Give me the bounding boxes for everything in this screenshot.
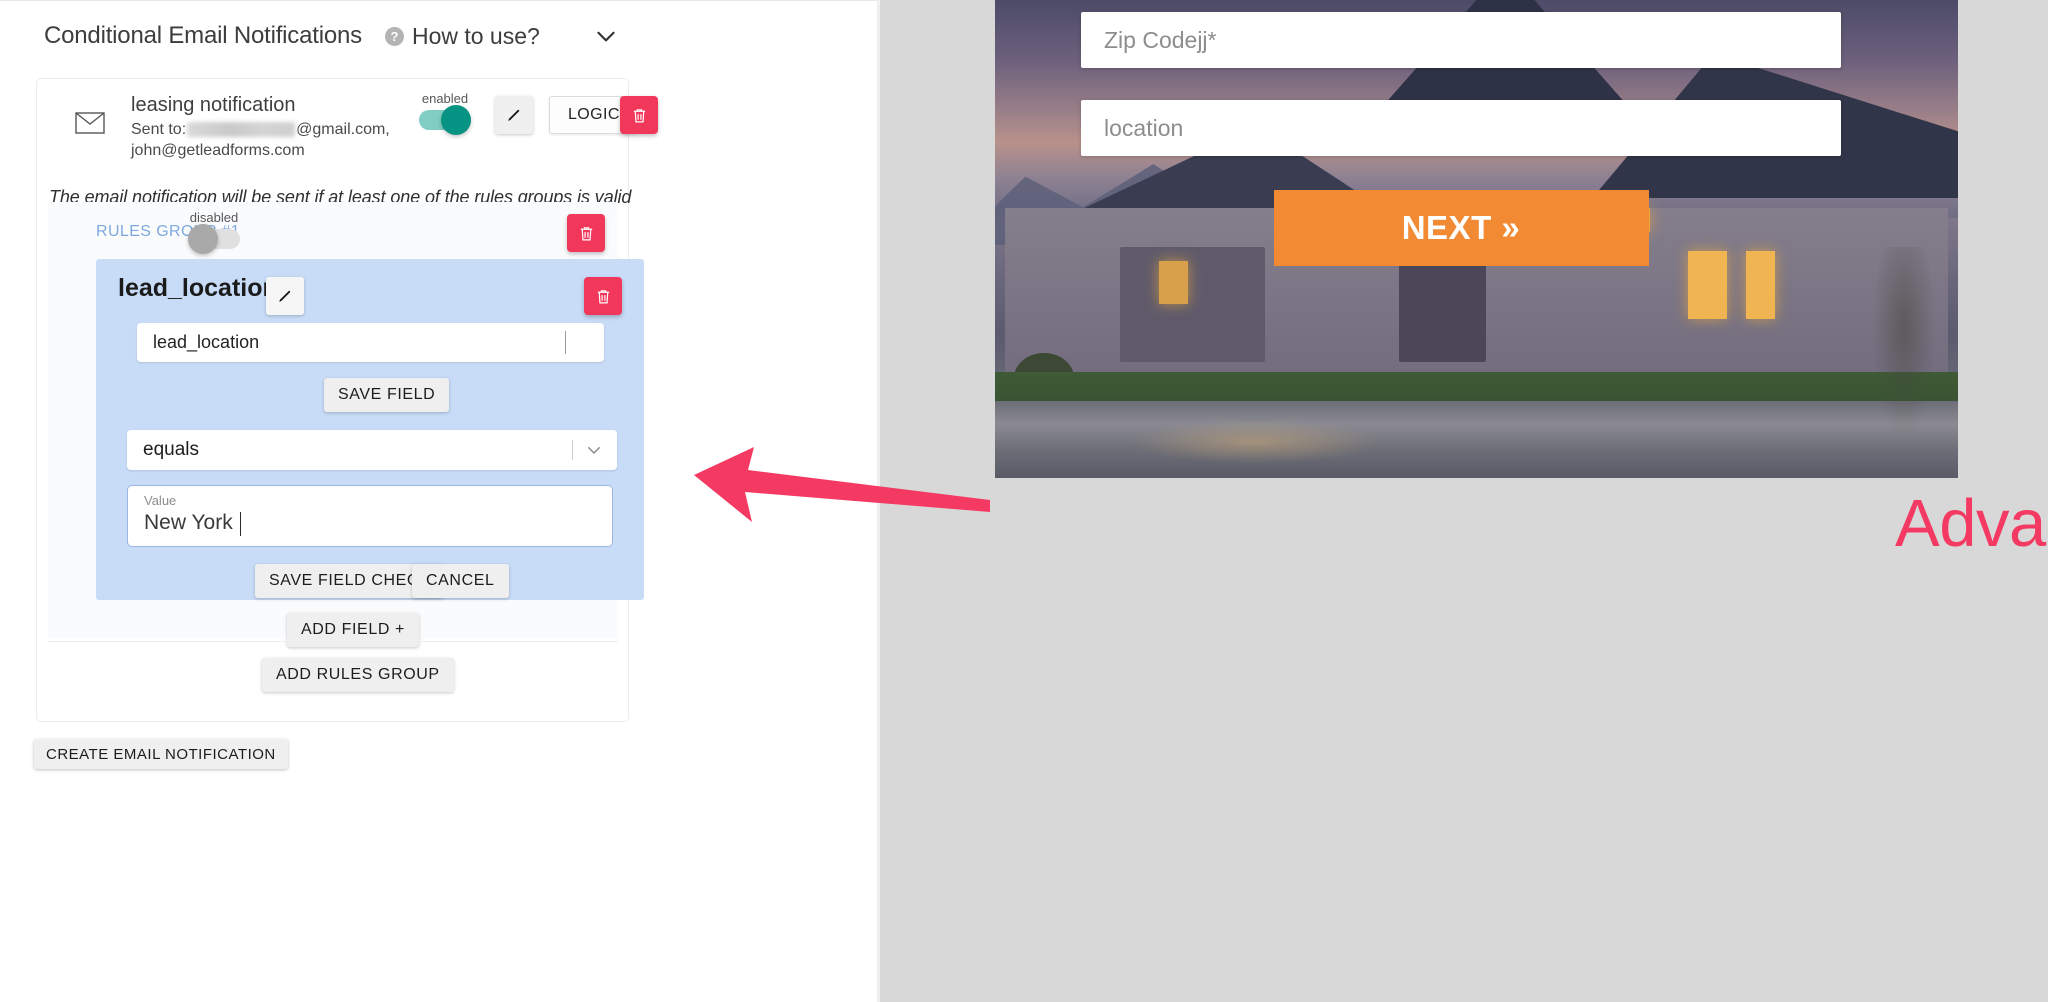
delete-rules-group-button[interactable]: [567, 214, 605, 252]
landing-page-hero-image: NEXT »: [995, 0, 1958, 478]
delete-notification-button[interactable]: [620, 96, 658, 134]
chevron-down-icon: [585, 441, 603, 459]
trash-icon: [633, 108, 645, 122]
toggle-knob: [188, 224, 218, 254]
email-notification-card: leasing notification Sent to: @gmail.com…: [36, 78, 658, 722]
how-to-use-link[interactable]: ? How to use?: [384, 22, 540, 50]
notification-recipients-line2: john@getleadforms.com: [131, 141, 305, 159]
trash-icon: [597, 289, 609, 303]
notification-name: leasing notification: [131, 94, 296, 116]
envelope-icon: [75, 112, 105, 134]
toggle-knob: [441, 105, 471, 135]
select-separator: [572, 440, 573, 460]
redacted-email-icon: [187, 121, 296, 137]
field-condition-card: lead_location SAVE FIELD equals: [96, 259, 644, 600]
annotation-caption: Advanced lead routing logic: [1895, 486, 2048, 561]
operator-select-value: equals: [143, 439, 199, 460]
sent-to-domain: @gmail.com,: [296, 120, 390, 138]
pencil-icon: [279, 290, 291, 302]
trash-icon: [580, 226, 592, 240]
notification-recipients-line1: Sent to: @gmail.com,: [131, 119, 390, 140]
zip-code-input[interactable]: [1081, 12, 1841, 68]
cancel-button[interactable]: CANCEL: [412, 564, 509, 598]
rules-group-enabled-toggle[interactable]: [188, 224, 240, 254]
location-input[interactable]: [1081, 100, 1841, 156]
pencil-icon: [508, 109, 520, 121]
create-email-notification-button[interactable]: CREATE EMAIL NOTIFICATION: [34, 739, 288, 769]
lead-capture-form: NEXT »: [1081, 12, 1841, 266]
field-name-input[interactable]: [137, 323, 604, 362]
edit-notification-button[interactable]: [495, 96, 533, 134]
front-door: [1399, 256, 1487, 363]
section-header: Conditional Email Notifications ? How to…: [0, 3, 877, 69]
value-field[interactable]: Value New York: [127, 485, 613, 547]
question-mark-icon: ?: [384, 26, 404, 46]
next-button[interactable]: NEXT »: [1273, 190, 1649, 266]
how-to-use-label: How to use?: [411, 22, 540, 49]
field-name-heading: lead_location: [118, 274, 278, 302]
screenshot-root: Conditional Email Notifications ? How to…: [0, 0, 2048, 1002]
notification-header-row: leasing notification Sent to: @gmail.com…: [37, 79, 658, 163]
rules-group-header: RULES GROUP #1 disabled: [48, 202, 618, 259]
rules-group-toggle-wrap: disabled: [188, 210, 240, 254]
window: [1158, 261, 1188, 305]
page-title: Conditional Email Notifications: [44, 22, 362, 49]
arrow-pointing-left-icon: [694, 447, 990, 522]
rules-group: RULES GROUP #1 disabled lead_location le…: [48, 202, 644, 647]
value-field-caret: [240, 512, 241, 536]
preview-stage: NEXT » Advanced lead routing logic: [880, 0, 2048, 1002]
chevron-down-icon[interactable]: [593, 23, 619, 49]
notification-enabled-toggle-wrap: enabled: [419, 91, 471, 135]
form-spacer: [1081, 68, 1841, 100]
add-rules-group-button[interactable]: ADD RULES GROUP: [262, 658, 454, 692]
value-field-label: Value: [144, 493, 177, 508]
rules-group-toggle-label: disabled: [189, 210, 239, 225]
sent-to-label: Sent to:: [131, 120, 187, 138]
wet-pavement-reflection: [1129, 420, 1381, 464]
field-input-caret: [565, 331, 566, 354]
notification-enabled-toggle[interactable]: [419, 105, 471, 135]
delete-field-button[interactable]: [584, 277, 622, 315]
edit-field-button[interactable]: [266, 277, 304, 315]
notification-toggle-label: enabled: [421, 91, 469, 106]
divider: [48, 641, 618, 642]
tree: [1868, 246, 1939, 447]
value-field-text: New York: [144, 511, 233, 534]
operator-select[interactable]: equals: [127, 430, 617, 470]
save-field-button[interactable]: SAVE FIELD: [324, 378, 450, 412]
notification-info: leasing notification Sent to: @gmail.com…: [131, 92, 390, 161]
